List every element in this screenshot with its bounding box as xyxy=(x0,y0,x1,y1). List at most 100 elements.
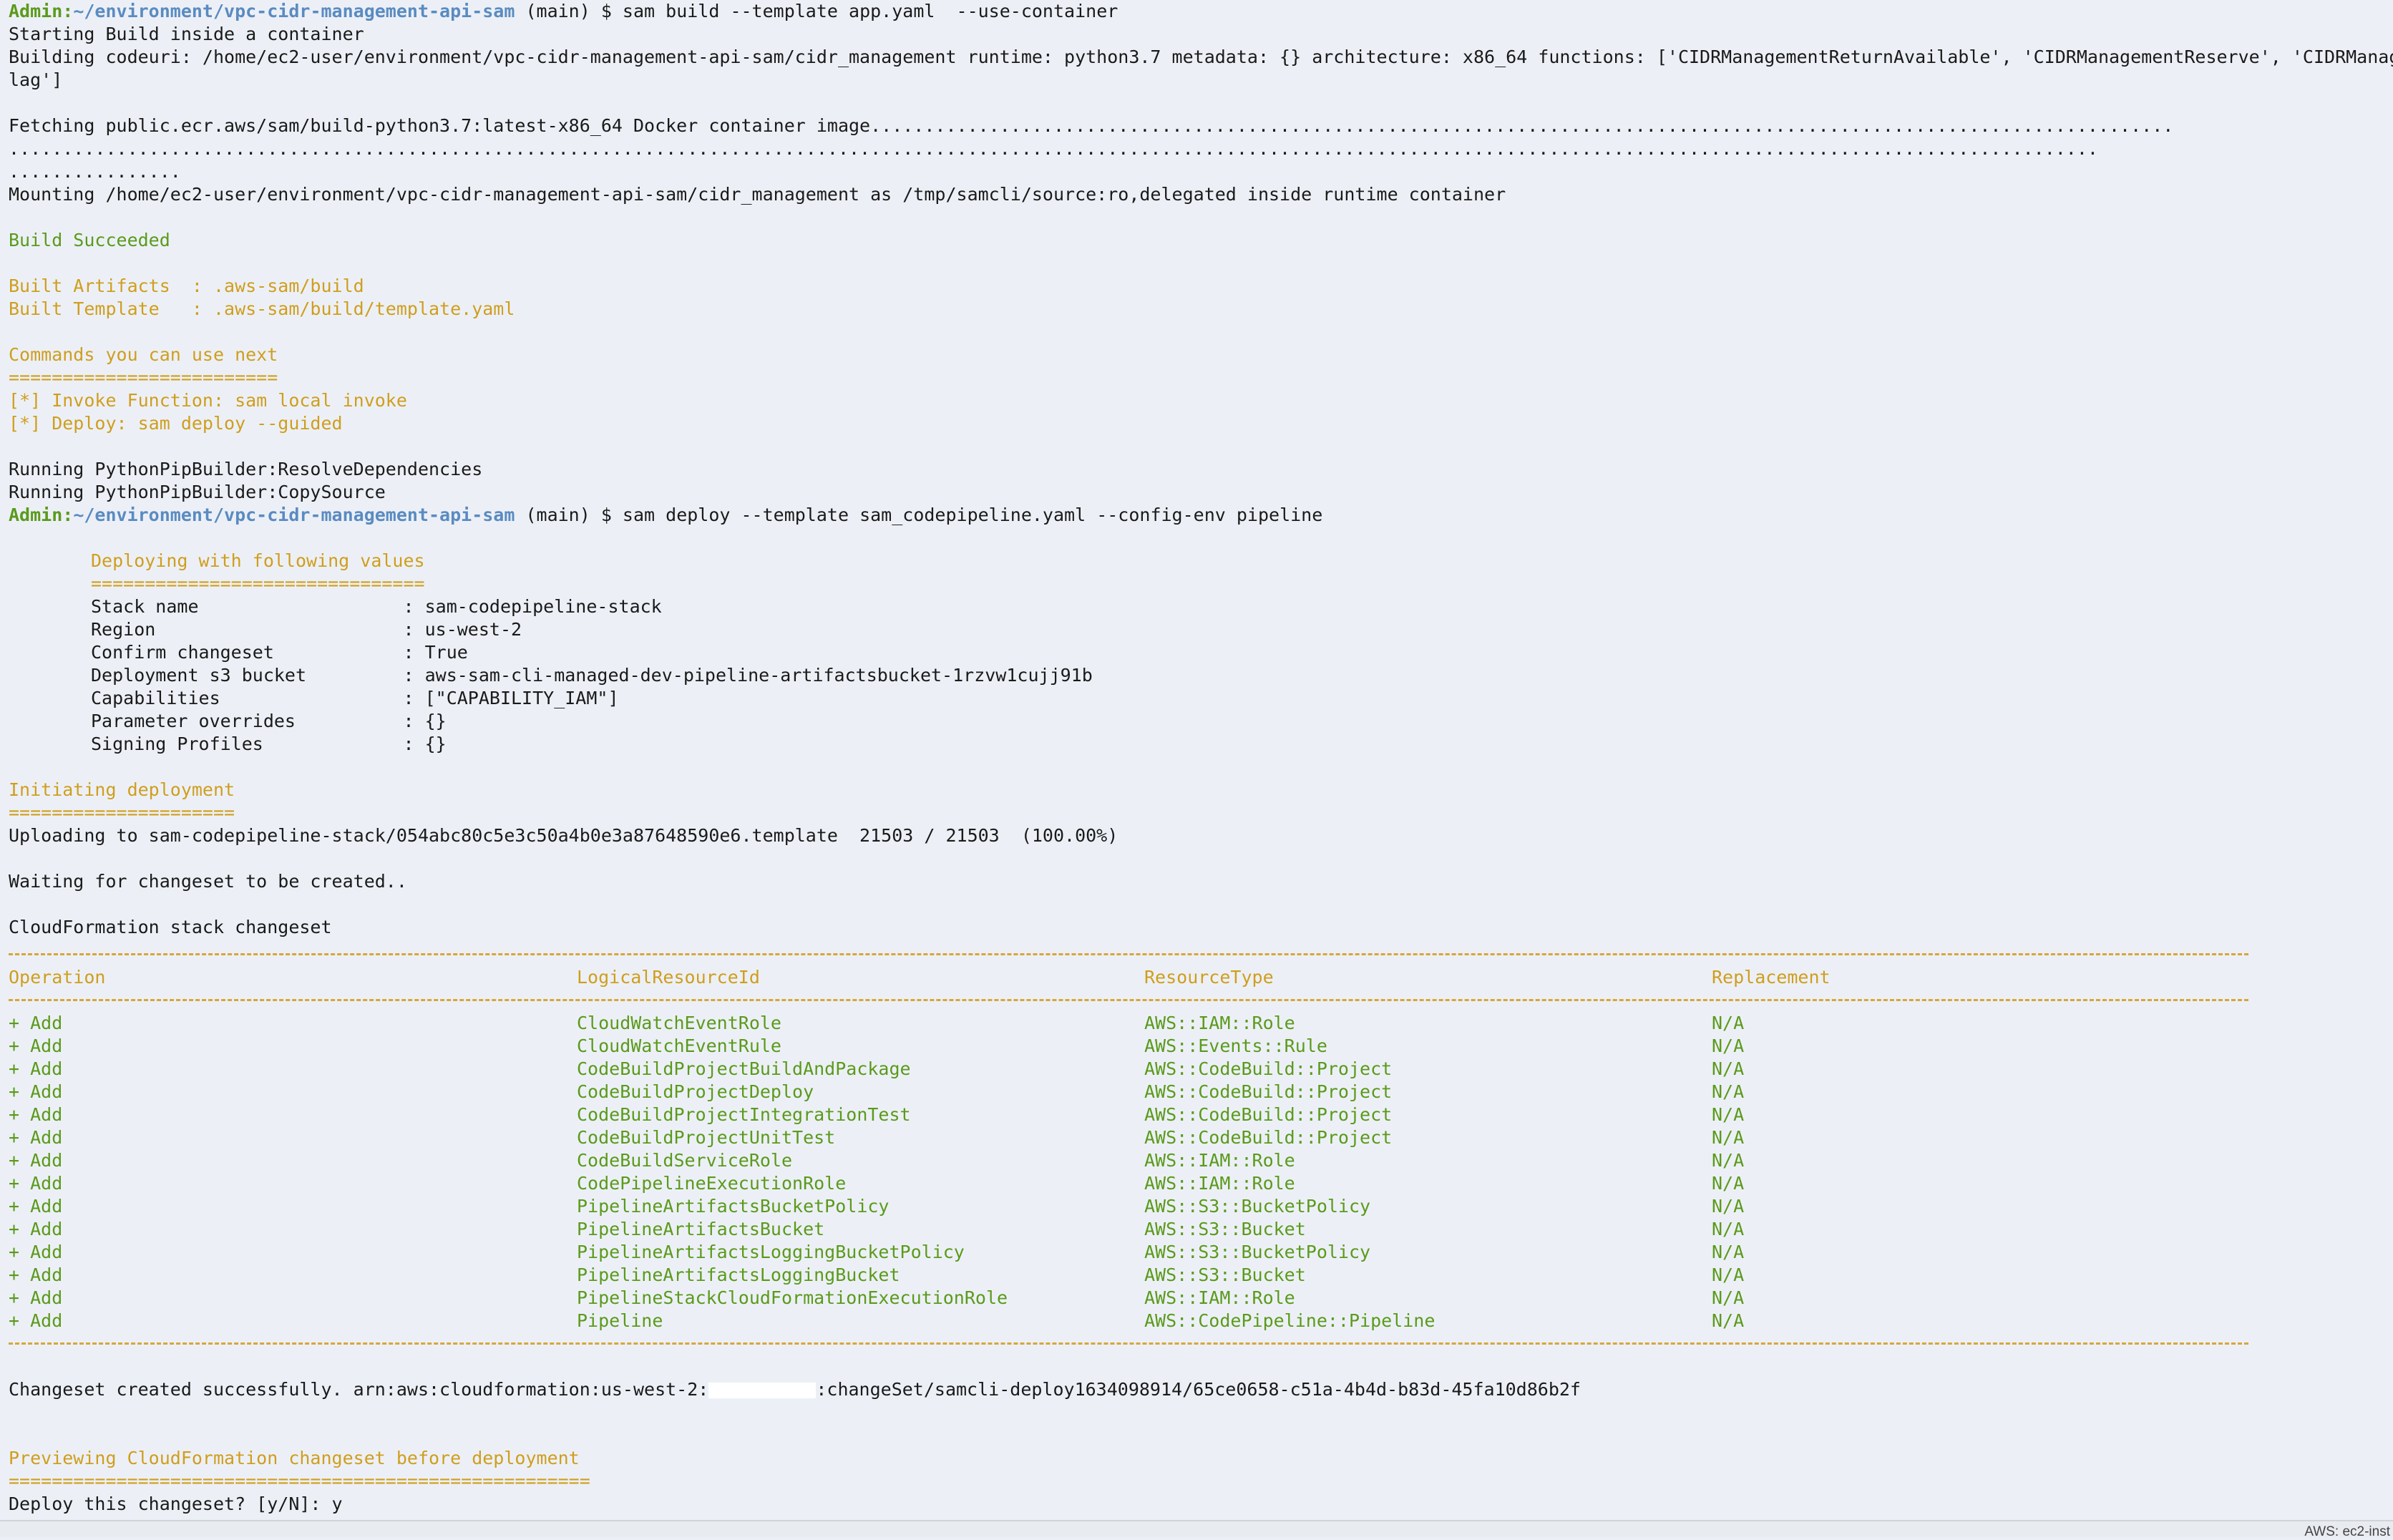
terminal-output[interactable]: Admin:~/environment/vpc-cidr-management-… xyxy=(0,0,2393,1536)
deploy-value-row: Deployment s3 bucket : aws-sam-cli-manag… xyxy=(91,664,1093,687)
preview-title: Previewing CloudFormation changeset befo… xyxy=(9,1448,580,1468)
next-command-deploy: [*] Deploy: sam deploy --guided xyxy=(9,413,343,434)
header-operation: Operation xyxy=(9,967,106,988)
prompt-path: ~/environment/vpc-cidr-management-api-sa… xyxy=(73,1,515,21)
row-operation: + Add xyxy=(9,1127,63,1148)
deploy-value-key: Stack name : xyxy=(91,596,425,617)
row-resource-type: AWS::S3::BucketPolicy xyxy=(1144,1196,1371,1217)
deploy-value-row: Parameter overrides : {} xyxy=(91,710,447,733)
row-logical-resource-id: CodeBuildProjectIntegrationTest xyxy=(577,1104,911,1125)
row-resource-type: AWS::IAM::Role xyxy=(1144,1150,1295,1171)
next-commands-rule: ========================= xyxy=(9,367,278,388)
prompt-user: Admin: xyxy=(9,1,74,21)
changeset-created-line: Changeset created successfully. arn:aws:… xyxy=(9,1378,1581,1401)
row-replacement: N/A xyxy=(1712,1196,1745,1217)
initiating-deployment-rule: ===================== xyxy=(9,802,235,823)
prompt-path: ~/environment/vpc-cidr-management-api-sa… xyxy=(73,505,515,525)
row-resource-type: AWS::CodePipeline::Pipeline xyxy=(1144,1310,1436,1331)
row-logical-resource-id: PipelineStackCloudFormationExecutionRole xyxy=(577,1287,1008,1308)
deploy-value-val: aws-sam-cli-managed-dev-pipeline-artifac… xyxy=(424,665,1093,686)
row-logical-resource-id: Pipeline xyxy=(577,1310,663,1331)
deploy-value-val: True xyxy=(424,642,468,663)
row-operation: + Add xyxy=(9,1013,63,1033)
row-replacement: N/A xyxy=(1712,1242,1745,1262)
row-resource-type: AWS::Events::Rule xyxy=(1144,1035,1327,1056)
changeset-title: CloudFormation stack changeset xyxy=(9,917,332,937)
row-logical-resource-id: PipelineArtifactsLoggingBucket xyxy=(577,1264,900,1285)
changeset-top-separator xyxy=(9,953,2248,957)
row-replacement: N/A xyxy=(1712,1219,1745,1239)
status-bar-label: AWS: ec2-inst xyxy=(2304,1524,2390,1539)
row-resource-type: AWS::CodeBuild::Project xyxy=(1144,1081,1393,1102)
changeset-header-separator xyxy=(9,999,2248,1003)
waiting-line: Waiting for changeset to be created.. xyxy=(9,871,407,892)
deploy-value-val: ["CAPABILITY_IAM"] xyxy=(424,688,619,708)
row-logical-resource-id: CodeBuildProjectDeploy xyxy=(577,1081,814,1102)
prompt-branch: (main) xyxy=(515,505,590,525)
deploy-value-val: sam-codepipeline-stack xyxy=(424,596,662,617)
prompt-line-1: Admin:~/environment/vpc-cidr-management-… xyxy=(9,0,1118,23)
fetch-progress-end-line: ................ xyxy=(9,161,181,182)
row-operation: + Add xyxy=(9,1058,63,1079)
row-operation: + Add xyxy=(9,1242,63,1262)
deploy-value-row: Region : us-west-2 xyxy=(91,618,522,641)
redacted-account-id xyxy=(708,1383,817,1398)
next-commands-title: Commands you can use next xyxy=(9,344,278,365)
deploy-value-val: {} xyxy=(424,711,447,731)
row-logical-resource-id: CodeBuildProjectUnitTest xyxy=(577,1127,836,1148)
row-operation: + Add xyxy=(9,1219,63,1239)
deploy-values-title: Deploying with following values xyxy=(91,550,425,571)
row-resource-type: AWS::CodeBuild::Project xyxy=(1144,1058,1393,1079)
row-replacement: N/A xyxy=(1712,1173,1745,1194)
preview-rule: ========================================… xyxy=(9,1471,590,1491)
row-operation: + Add xyxy=(9,1104,63,1125)
deploy-value-key: Region : xyxy=(91,619,425,640)
resolve-dependencies-line: Running PythonPipBuilder:ResolveDependen… xyxy=(9,459,483,479)
row-logical-resource-id: CodeBuildProjectBuildAndPackage xyxy=(577,1058,911,1079)
row-operation: + Add xyxy=(9,1264,63,1285)
row-operation: + Add xyxy=(9,1287,63,1308)
row-resource-type: AWS::CodeBuild::Project xyxy=(1144,1127,1393,1148)
deploy-value-row: Signing Profiles : {} xyxy=(91,733,447,756)
build-start-line: Starting Build inside a container xyxy=(9,24,364,44)
deploy-value-row: Capabilities : ["CAPABILITY_IAM"] xyxy=(91,687,619,710)
row-logical-resource-id: PipelineArtifactsLoggingBucketPolicy xyxy=(577,1242,965,1262)
row-operation: + Add xyxy=(9,1173,63,1194)
header-resource-type: ResourceType xyxy=(1144,967,1274,988)
row-logical-resource-id: CloudWatchEventRule xyxy=(577,1035,781,1056)
header-logical-resource-id: LogicalResourceId xyxy=(577,967,760,988)
changeset-created-suffix: :changeSet/samcli-deploy1634098914/65ce0… xyxy=(816,1379,1581,1400)
copy-source-line: Running PythonPipBuilder:CopySource xyxy=(9,482,386,502)
row-replacement: N/A xyxy=(1712,1081,1745,1102)
build-codeuri-line: Building codeuri: /home/ec2-user/environ… xyxy=(9,47,2393,67)
row-operation: + Add xyxy=(9,1035,63,1056)
row-replacement: N/A xyxy=(1712,1127,1745,1148)
status-bar: AWS: ec2-inst xyxy=(0,1520,2393,1539)
row-operation: + Add xyxy=(9,1150,63,1171)
deploy-value-key: Signing Profiles : xyxy=(91,734,425,754)
fetch-progress-line: ........................................… xyxy=(9,138,2098,159)
deploy-value-val: us-west-2 xyxy=(424,619,522,640)
row-replacement: N/A xyxy=(1712,1264,1745,1285)
row-resource-type: AWS::IAM::Role xyxy=(1144,1173,1295,1194)
row-operation: + Add xyxy=(9,1196,63,1217)
row-logical-resource-id: CodeBuildServiceRole xyxy=(577,1150,793,1171)
row-resource-type: AWS::S3::Bucket xyxy=(1144,1219,1306,1239)
header-replacement: Replacement xyxy=(1712,967,1831,988)
row-replacement: N/A xyxy=(1712,1058,1745,1079)
deploy-confirm-answer[interactable]: y xyxy=(332,1493,343,1514)
deploy-confirm-prompt[interactable]: Deploy this changeset? [y/N]: y xyxy=(9,1493,343,1516)
deploy-confirm-question: Deploy this changeset? [y/N]: xyxy=(9,1493,332,1514)
row-logical-resource-id: CloudWatchEventRole xyxy=(577,1013,781,1033)
build-codeuri-wrap-line: lag'] xyxy=(9,69,63,90)
built-artifacts-line: Built Artifacts : .aws-sam/build xyxy=(9,276,364,296)
deploy-value-key: Parameter overrides : xyxy=(91,711,425,731)
deploy-value-row: Confirm changeset : True xyxy=(91,641,468,664)
row-replacement: N/A xyxy=(1712,1013,1745,1033)
prompt-user: Admin: xyxy=(9,505,74,525)
row-replacement: N/A xyxy=(1712,1310,1745,1331)
initiating-deployment-title: Initiating deployment xyxy=(9,779,235,800)
upload-line: Uploading to sam-codepipeline-stack/054a… xyxy=(9,825,1118,846)
deploy-value-key: Confirm changeset : xyxy=(91,642,425,663)
prompt-command: $ sam deploy --template sam_codepipeline… xyxy=(590,505,1323,525)
